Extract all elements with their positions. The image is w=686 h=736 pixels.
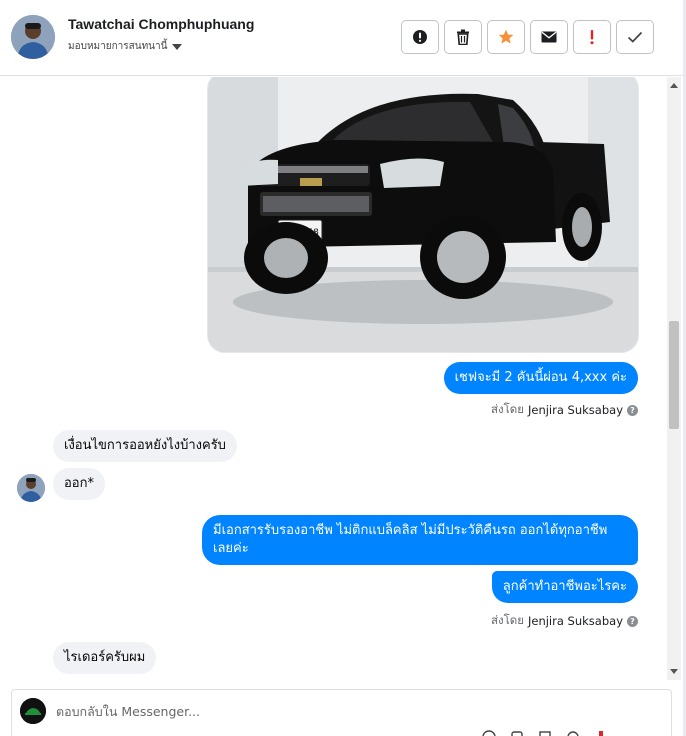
reply-box bbox=[11, 689, 672, 736]
avatar[interactable] bbox=[17, 474, 45, 502]
car-photo[interactable]: บน 9858 bbox=[207, 77, 639, 353]
emoji-icon[interactable] bbox=[482, 730, 496, 736]
sent-by-label: ส่งโดย Jenjira Suksabay ? bbox=[491, 612, 638, 630]
message-incoming: เงื่อนไขการออหยังไงบ้างครับ bbox=[53, 430, 237, 462]
message-outgoing: ลูกค้าทำอาชีพอะไรคะ bbox=[491, 571, 638, 603]
assign-label: มอบหมายการสนทนานี้ bbox=[68, 41, 168, 52]
message-thread: บน 9858 เชฟจะมี 2 คันนี้ผ่อน 4,xxx ค่ะ ส… bbox=[0, 77, 686, 677]
scroll-up-arrow-icon[interactable] bbox=[670, 83, 678, 88]
caret-down-icon bbox=[172, 43, 183, 50]
star-icon bbox=[498, 29, 514, 44]
assign-conversation-dropdown[interactable]: มอบหมายการสนทนานี้ bbox=[68, 39, 183, 54]
sent-by-label: ส่งโดย Jenjira Suksabay ? bbox=[491, 401, 638, 419]
mark-unread-button[interactable] bbox=[530, 20, 568, 54]
agent-name: Jenjira Suksabay bbox=[527, 403, 623, 417]
exclamation-icon bbox=[590, 30, 594, 45]
reply-input[interactable] bbox=[56, 700, 616, 722]
checkmark-icon bbox=[627, 31, 643, 43]
avatar[interactable] bbox=[11, 15, 55, 59]
message-outgoing: มีเอกสารรับรองอาชีพ ไม่ติกแบล็คลิส ไม่มี… bbox=[202, 515, 638, 565]
image-icon[interactable] bbox=[538, 730, 552, 736]
scroll-down-arrow-icon[interactable] bbox=[670, 669, 678, 674]
conversation-header: Tawatchai Chomphuphuang มอบหมายการสนทนาน… bbox=[0, 0, 686, 76]
help-icon[interactable]: ? bbox=[627, 404, 638, 416]
scrollbar[interactable] bbox=[667, 77, 681, 680]
scrollbar-thumb[interactable] bbox=[669, 321, 679, 429]
message-outgoing: เชฟจะมี 2 คันนี้ผ่อน 4,xxx ค่ะ bbox=[443, 362, 638, 394]
message-incoming: ออก* bbox=[53, 468, 105, 500]
mark-spam-button[interactable] bbox=[401, 20, 439, 54]
agent-name: Jenjira Suksabay bbox=[527, 614, 623, 628]
toolbar bbox=[401, 20, 654, 54]
message-incoming: ไรเดอร์ครับผม bbox=[53, 642, 157, 674]
help-icon[interactable]: ? bbox=[627, 615, 638, 627]
alert-circle-icon bbox=[413, 30, 427, 44]
reply-toolbar bbox=[482, 730, 608, 736]
attachment-icon[interactable] bbox=[510, 730, 524, 736]
like-icon[interactable] bbox=[594, 730, 608, 736]
delete-button[interactable] bbox=[444, 20, 482, 54]
mark-done-button[interactable] bbox=[616, 20, 654, 54]
star-button[interactable] bbox=[487, 20, 525, 54]
trash-icon bbox=[457, 29, 469, 45]
envelope-icon bbox=[541, 31, 557, 43]
page-avatar bbox=[20, 698, 46, 724]
follow-up-button[interactable] bbox=[573, 20, 611, 54]
gif-icon[interactable] bbox=[566, 730, 580, 736]
contact-name[interactable]: Tawatchai Chomphuphuang bbox=[68, 16, 254, 32]
